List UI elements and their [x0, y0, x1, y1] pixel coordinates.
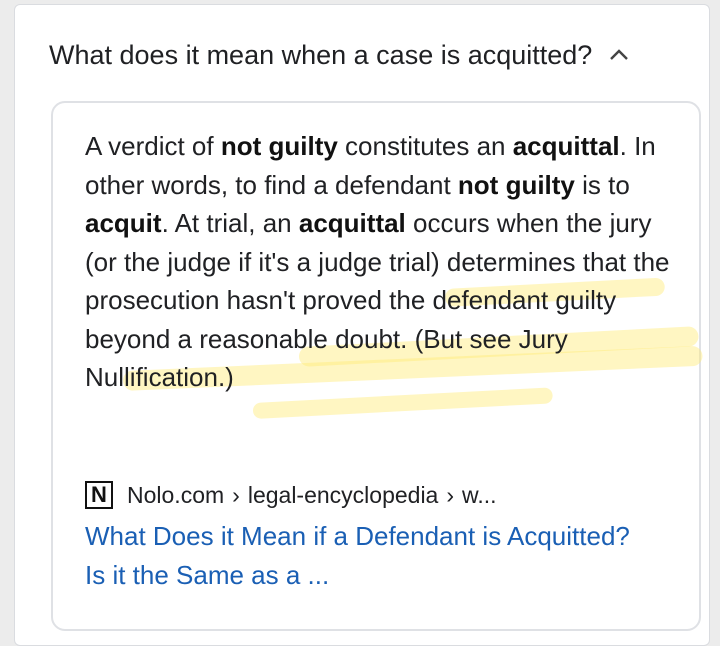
- bold-term: acquittal: [298, 208, 406, 238]
- breadcrumb-separator: ›: [446, 481, 455, 508]
- result-title-link[interactable]: What Does it Mean if a Defendant is Acqu…: [85, 517, 645, 595]
- bold-term: not guilty: [457, 169, 575, 200]
- nolo-logo-icon: N: [85, 481, 113, 509]
- source-breadcrumb[interactable]: N Nolo.com › legal-encyclopedia › w...: [85, 477, 497, 513]
- faq-panel: What does it mean when a case is acquitt…: [14, 4, 710, 646]
- chevron-up-icon[interactable]: [608, 44, 630, 66]
- answer-segment: . At trial, an: [161, 208, 299, 238]
- answer-card: A verdict of not guilty constitutes an a…: [51, 101, 703, 631]
- answer-text: A verdict of not guilty constitutes an a…: [85, 127, 685, 397]
- faq-question-toggle[interactable]: What does it mean when a case is acquitt…: [49, 35, 689, 75]
- source-site: Nolo.com: [127, 481, 225, 508]
- answer-segment: is to: [574, 169, 630, 200]
- breadcrumb-separator: ›: [232, 481, 240, 508]
- answer-segment: A verdict of: [85, 131, 221, 161]
- faq-question-text: What does it mean when a case is acquitt…: [49, 39, 593, 70]
- source-path-truncated: w...: [462, 481, 497, 508]
- bold-term: not guilty: [220, 131, 338, 161]
- bold-term: acquit: [85, 208, 162, 238]
- bold-term: acquittal: [512, 131, 620, 161]
- source-path: legal-encyclopedia: [247, 481, 439, 508]
- answer-segment: constitutes an: [337, 131, 513, 161]
